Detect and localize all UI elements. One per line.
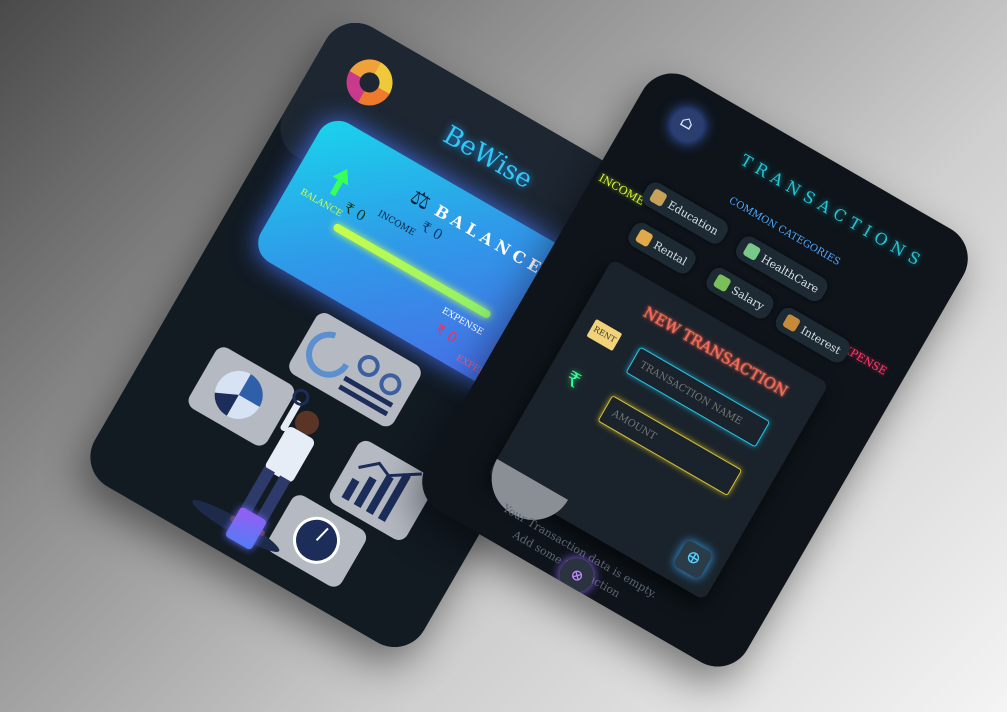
category-chip-interest[interactable]: Interest [771,304,854,367]
scale-icon: ⚖ [405,184,436,216]
salary-icon [712,273,732,293]
category-label: HealthCare [758,251,822,296]
add-icon: ⊕ [681,545,706,571]
add-transaction-button[interactable]: ⊕ [672,538,714,580]
income-side-label: INCOME [596,171,647,208]
income-amount: ₹ 0 [341,199,369,225]
expense-amount: ₹ 0 [432,321,460,347]
category-label: Salary [729,283,767,313]
income-arrow-icon [332,164,356,186]
category-label: Education [665,197,721,238]
app-logo-icon [338,51,401,114]
rupee-icon: ₹ [561,365,585,394]
education-icon [648,187,668,208]
healthcare-icon [742,241,762,262]
interest-icon [781,313,802,333]
rental-icon [634,228,654,248]
rent-badge[interactable]: RENT [586,318,623,352]
income-label: INCOME [375,209,417,239]
close-icon: ⊗ [566,563,588,587]
home-button[interactable]: ⌂ [665,103,710,148]
category-label: Interest [798,323,844,357]
category-label: Rental [651,238,690,268]
home-icon: ⌂ [676,110,698,135]
